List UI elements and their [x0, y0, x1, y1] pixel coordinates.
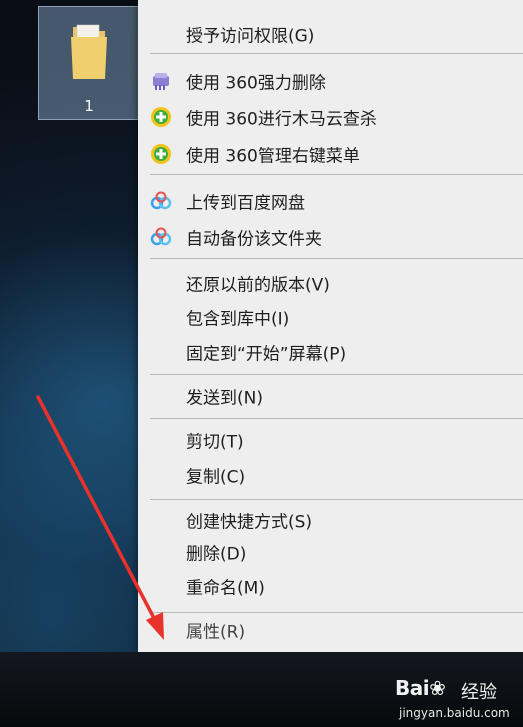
menu-item-include-in-library[interactable]: 包含到库中(I) [138, 302, 523, 332]
baidu-netdisk-icon [150, 191, 172, 210]
menu-item-label: 使用 360管理右键菜单 [186, 146, 360, 167]
watermark-url: jingyan.baidu.com [399, 706, 510, 720]
360-scan-icon [151, 107, 171, 127]
menu-item-create-shortcut[interactable]: 创建快捷方式(S) [138, 505, 523, 535]
menu-item-label: 固定到“开始”屏幕(P) [186, 344, 347, 365]
folder-name: 1 [84, 97, 94, 115]
menu-item-delete[interactable]: 删除(D) [138, 537, 523, 567]
menu-item-label: 剪切(T) [186, 432, 244, 453]
menu-item-label: 上传到百度网盘 [186, 193, 305, 214]
menu-item-grant-access[interactable]: 授予访问权限(G) [138, 19, 523, 49]
menu-item-label: 重命名(M) [186, 578, 265, 599]
folder-icon [71, 24, 107, 79]
menu-item-360-shred[interactable]: 使用 360强力删除 [138, 66, 523, 96]
menu-item-360-menu-manager[interactable]: 使用 360管理右键菜单 [138, 139, 523, 169]
menu-item-label: 自动备份该文件夹 [186, 229, 322, 250]
menu-item-rename[interactable]: 重命名(M) [138, 571, 523, 601]
baidu-logo: Bai❀ [395, 676, 446, 700]
menu-item-label: 发送到(N) [186, 388, 263, 409]
360-menu-icon [151, 144, 171, 164]
menu-item-360-scan[interactable]: 使用 360进行木马云查杀 [138, 102, 523, 132]
menu-separator [150, 374, 523, 375]
menu-separator [150, 612, 523, 613]
menu-item-upload-baidu[interactable]: 上传到百度网盘 [138, 186, 523, 216]
desktop-folder[interactable]: 1 [38, 6, 140, 120]
360-shred-icon [153, 73, 169, 90]
menu-separator [150, 258, 523, 259]
menu-separator [150, 53, 523, 54]
context-menu: 授予访问权限(G) 使用 360强力删除 使用 360进行木马云查杀 使用 36… [138, 0, 523, 652]
menu-item-label: 使用 360强力删除 [186, 73, 326, 94]
menu-item-send-to[interactable]: 发送到(N) [138, 381, 523, 411]
watermark-suffix: 经验 [461, 682, 497, 703]
menu-item-label: 删除(D) [186, 544, 247, 565]
menu-item-label: 授予访问权限(G) [186, 26, 315, 47]
menu-item-label: 复制(C) [186, 467, 246, 488]
baidu-jingyan-watermark: Bai❀ 经验 jingyan.baidu.com [395, 676, 520, 724]
menu-item-label: 创建快捷方式(S) [186, 512, 313, 533]
menu-item-label: 包含到库中(I) [186, 309, 290, 330]
menu-item-cut[interactable]: 剪切(T) [138, 425, 523, 455]
menu-item-auto-backup[interactable]: 自动备份该文件夹 [138, 222, 523, 252]
menu-separator [150, 174, 523, 175]
menu-item-label: 还原以前的版本(V) [186, 275, 330, 296]
menu-item-properties[interactable]: 属性(R) [138, 615, 523, 645]
menu-item-label: 属性(R) [186, 622, 246, 643]
menu-item-copy[interactable]: 复制(C) [138, 460, 523, 490]
menu-separator [150, 418, 523, 419]
menu-separator [150, 499, 523, 500]
baidu-netdisk-icon [150, 227, 172, 246]
menu-item-restore-previous[interactable]: 还原以前的版本(V) [138, 268, 523, 298]
menu-item-label: 使用 360进行木马云查杀 [186, 109, 377, 130]
menu-item-pin-to-start[interactable]: 固定到“开始”屏幕(P) [138, 337, 523, 367]
